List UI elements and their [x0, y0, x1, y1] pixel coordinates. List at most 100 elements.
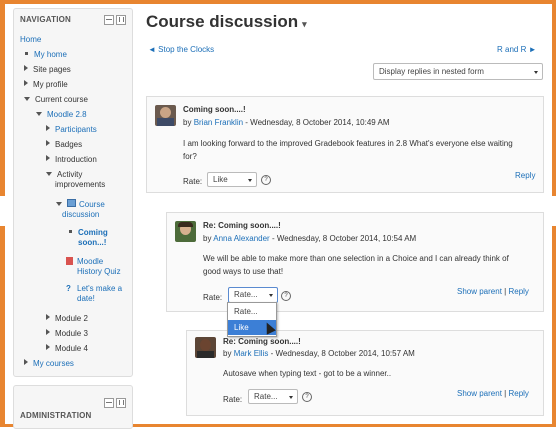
- author-link[interactable]: Brian Franklin: [194, 118, 243, 127]
- nav-item-history-quiz-line2: History Quiz: [77, 267, 121, 276]
- next-activity-link[interactable]: R and R ►: [497, 45, 537, 54]
- nav-item-home[interactable]: Home: [20, 35, 41, 45]
- nav-item-site-pages[interactable]: Site pages: [24, 65, 71, 75]
- collapse-arrow-icon: [46, 172, 52, 176]
- help-icon[interactable]: ?: [302, 392, 312, 402]
- byline-prefix: by: [183, 118, 192, 127]
- display-mode-value: Display replies in nested form: [379, 67, 484, 76]
- chevron-down-icon: [534, 70, 538, 74]
- avatar[interactable]: [195, 337, 216, 358]
- rate-label: Rate:: [223, 395, 243, 404]
- rate-select[interactable]: Rate...: [228, 287, 278, 303]
- post-subject: Re: Coming soon....!: [203, 221, 281, 230]
- rate-label: Rate:: [183, 177, 203, 186]
- reply-link[interactable]: Reply: [515, 171, 535, 180]
- nav-item-my-courses[interactable]: My courses: [24, 359, 74, 369]
- expand-arrow-icon: [24, 65, 28, 71]
- collapse-arrow-icon: [56, 202, 62, 206]
- help-icon[interactable]: ?: [261, 175, 271, 185]
- dock-block-icon[interactable]: [116, 398, 126, 408]
- nav-item-module-2[interactable]: Module 2: [46, 314, 88, 324]
- title-menu-icon[interactable]: ▾: [302, 19, 307, 29]
- rate-select-value: Rate...: [234, 290, 258, 299]
- nav-item-coming-soon-line1: Coming: [78, 228, 108, 237]
- avatar[interactable]: [175, 221, 196, 242]
- expand-arrow-icon: [46, 344, 50, 350]
- chevron-down-icon: [269, 294, 273, 297]
- administration-block: ADMINISTRATION: [13, 385, 133, 429]
- bullet-icon: [25, 52, 28, 55]
- post-text: Autosave when typing text - got to be a …: [223, 369, 392, 378]
- nav-item-current-course[interactable]: Current course: [24, 95, 88, 105]
- nav-item-module-3[interactable]: Module 3: [46, 329, 88, 339]
- nav-item-coming-soon[interactable]: Coming soon...!: [68, 228, 108, 248]
- reply-link[interactable]: Reply: [508, 389, 528, 398]
- bullet-icon: [69, 230, 72, 233]
- chevron-down-icon: [248, 178, 252, 182]
- nav-item-moodle-2-8[interactable]: Moodle 2.8: [36, 110, 87, 120]
- author-link[interactable]: Mark Ellis: [234, 349, 269, 358]
- nav-item-my-profile[interactable]: My profile: [24, 80, 68, 90]
- byline-prefix: by: [223, 349, 232, 358]
- forum-icon: [67, 199, 76, 207]
- post-date: - Wednesday, 8 October 2014, 10:49 AM: [243, 118, 390, 127]
- show-parent-link[interactable]: Show parent: [457, 389, 502, 398]
- nav-item-activity-improvements[interactable]: Activity improvements: [46, 170, 105, 190]
- nav-item-participants[interactable]: Participants: [46, 125, 97, 135]
- prev-activity-link[interactable]: ◄ Stop the Clocks: [148, 45, 214, 54]
- help-icon[interactable]: ?: [281, 291, 291, 301]
- nav-item-coming-soon-line2: soon...!: [78, 238, 107, 247]
- collapse-arrow-icon: [24, 97, 30, 101]
- nav-item-introduction[interactable]: Introduction: [46, 155, 97, 165]
- show-parent-link[interactable]: Show parent: [457, 287, 502, 296]
- collapse-block-icon[interactable]: [104, 398, 114, 408]
- nav-item-badges[interactable]: Badges: [46, 140, 82, 150]
- post-byline: by Brian Franklin - Wednesday, 8 October…: [183, 118, 390, 127]
- expand-arrow-icon: [46, 140, 50, 146]
- rate-select-value: Rate...: [254, 392, 278, 401]
- reply-link[interactable]: Reply: [508, 287, 528, 296]
- expand-arrow-icon: [46, 314, 50, 320]
- dock-block-icon[interactable]: [116, 15, 126, 25]
- nav-item-my-home[interactable]: My home: [24, 50, 67, 60]
- rate-select[interactable]: Like: [207, 172, 257, 187]
- chevron-down-icon: [289, 395, 293, 399]
- post-text: We will be able to make more than one se…: [203, 254, 509, 276]
- nav-item-my-home-label: My home: [34, 50, 67, 59]
- collapse-block-icon[interactable]: [104, 15, 114, 25]
- navigation-block-controls: [102, 15, 126, 27]
- post-date: - Wednesday, 8 October 2014, 10:57 AM: [268, 349, 415, 358]
- nav-item-activity-line1: Activity: [57, 170, 83, 179]
- nav-item-history-quiz[interactable]: Moodle History Quiz: [66, 257, 121, 277]
- post-actions: Show parent | Reply: [457, 389, 529, 398]
- nav-item-course-discussion[interactable]: Course discussion: [56, 199, 105, 220]
- administration-header: ADMINISTRATION: [20, 411, 92, 420]
- rate-label: Rate:: [203, 293, 223, 302]
- post-byline: by Anna Alexander - Wednesday, 8 October…: [203, 234, 416, 243]
- nav-item-course-discussion-line2: discussion: [62, 210, 100, 219]
- forum-post: Re: Coming soon....! by Mark Ellis - Wed…: [186, 330, 544, 416]
- post-actions: Show parent | Reply: [457, 287, 529, 296]
- post-subject: Re: Coming soon....!: [223, 337, 301, 346]
- expand-arrow-icon: [46, 155, 50, 161]
- rate-option-rate[interactable]: Rate...: [228, 304, 276, 319]
- rate-select[interactable]: Rate...: [248, 389, 298, 404]
- nav-item-history-quiz-line1: Moodle: [77, 257, 104, 266]
- rate-select-value: Like: [213, 175, 228, 184]
- expand-arrow-icon: [24, 80, 28, 86]
- display-mode-select[interactable]: Display replies in nested form: [373, 63, 543, 80]
- collapse-arrow-icon: [36, 112, 42, 116]
- frame-gap-right: [552, 196, 556, 226]
- nav-item-my-profile-label: My profile: [33, 80, 68, 89]
- author-link[interactable]: Anna Alexander: [213, 234, 270, 243]
- avatar[interactable]: [155, 105, 176, 126]
- frame-gap-left: [0, 196, 5, 226]
- nav-item-module-4[interactable]: Module 4: [46, 344, 88, 354]
- navigation-block: NAVIGATION Home My home Site pages My pr…: [13, 8, 133, 377]
- post-date: - Wednesday, 8 October 2014, 10:54 AM: [269, 234, 417, 243]
- nav-item-make-a-date[interactable]: ? Let's make a date!: [66, 284, 122, 304]
- post-subject: Coming soon....!: [183, 105, 246, 114]
- navigation-header: NAVIGATION: [20, 15, 72, 24]
- action-separator: |: [504, 287, 507, 296]
- nav-item-activity-line2: improvements: [55, 180, 106, 189]
